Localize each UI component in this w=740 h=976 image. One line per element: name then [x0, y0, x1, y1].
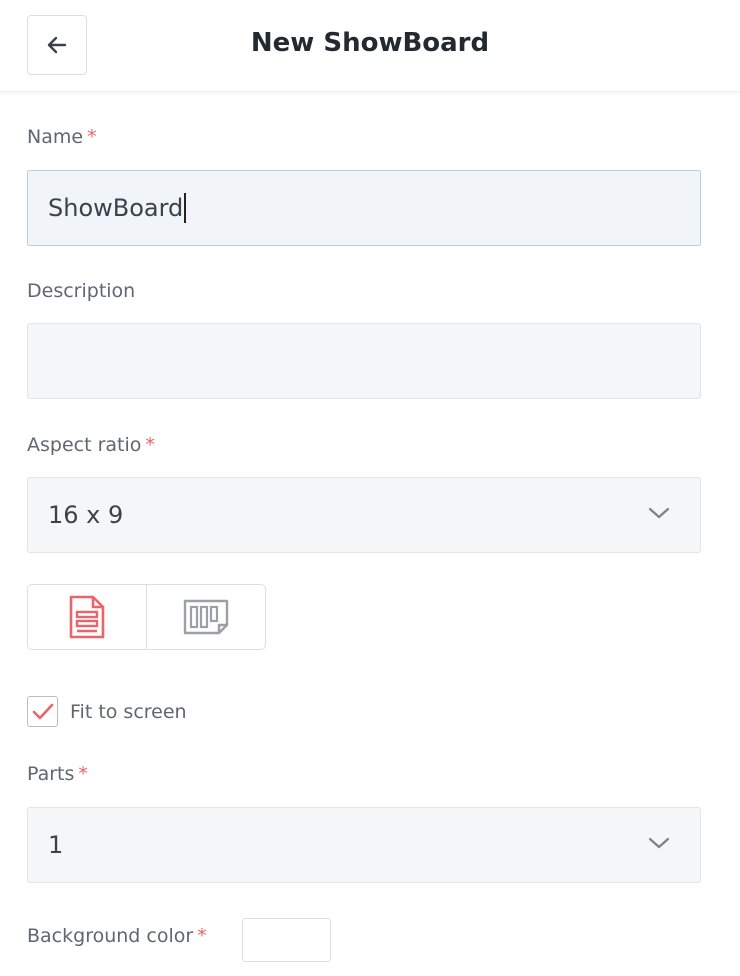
- layout-toggle-group: [27, 584, 266, 650]
- parts-select[interactable]: 1: [27, 807, 701, 883]
- fit-to-screen-row: Fit to screen: [27, 696, 187, 727]
- name-input[interactable]: ShowBoard: [27, 170, 701, 246]
- parts-value: 1: [48, 831, 64, 859]
- chevron-down-icon: [648, 507, 670, 519]
- description-label: Description: [27, 280, 136, 302]
- aspect-ratio-select[interactable]: 16 x 9: [27, 477, 701, 553]
- text-caret: [184, 193, 187, 223]
- chevron-down-icon: [648, 837, 670, 849]
- aspect-ratio-label-text: Aspect ratio: [27, 434, 142, 456]
- name-label-text: Name: [27, 126, 84, 148]
- parts-label: Parts *: [27, 763, 88, 785]
- fit-to-screen-label[interactable]: Fit to screen: [70, 701, 187, 723]
- columns-board-icon: [183, 599, 229, 635]
- background-color-label-text: Background color: [27, 925, 194, 947]
- name-label: Name *: [27, 126, 97, 148]
- document-lines-icon: [69, 595, 105, 639]
- layout-option-columns[interactable]: [146, 585, 265, 649]
- background-color-label: Background color *: [27, 925, 207, 947]
- description-input[interactable]: [27, 323, 701, 399]
- aspect-ratio-label: Aspect ratio *: [27, 434, 155, 456]
- aspect-ratio-value: 16 x 9: [48, 501, 124, 529]
- fit-to-screen-checkbox[interactable]: [27, 696, 58, 727]
- required-mark: *: [197, 925, 207, 947]
- checkmark-icon: [32, 703, 53, 719]
- parts-label-text: Parts: [27, 763, 75, 785]
- required-mark: *: [87, 126, 97, 148]
- required-mark: *: [145, 434, 155, 456]
- name-input-value: ShowBoard: [48, 194, 184, 222]
- layout-option-document[interactable]: [28, 585, 146, 649]
- required-mark: *: [78, 763, 88, 785]
- background-color-swatch[interactable]: [242, 918, 331, 962]
- page-title: New ShowBoard: [250, 28, 490, 58]
- header: New ShowBoard: [0, 0, 740, 92]
